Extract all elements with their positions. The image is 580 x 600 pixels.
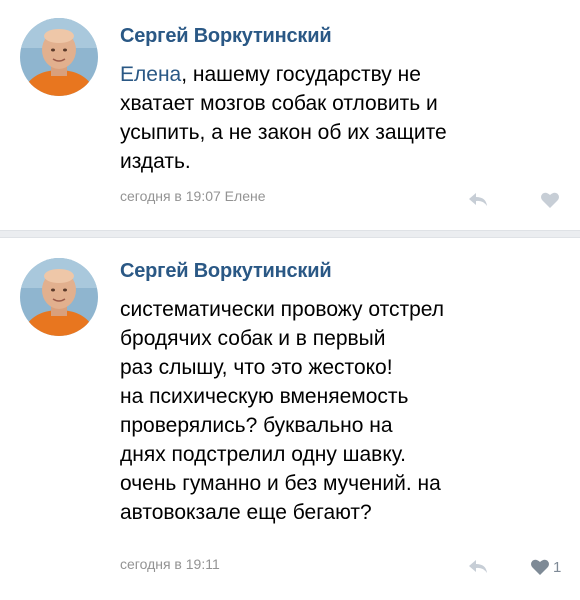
like-button[interactable]: 1 [530, 557, 561, 577]
comment-text-line: проверялись? буквально на [120, 414, 393, 437]
comment-text-line: автовокзале еще бегают? [120, 501, 372, 524]
comment-text: Елена, нашему государству не хватает моз… [120, 60, 560, 176]
comment: Сергей Воркутинский Елена, нашему госуда… [0, 0, 580, 230]
mention-link[interactable]: Елена [120, 63, 181, 86]
comment-text-line: днях подстрелил одну шавку. [120, 443, 406, 466]
author-name[interactable]: Сергей Воркутинский [120, 260, 332, 283]
comment-text-line: бродячих собак и в первый [120, 327, 386, 350]
comment-text-line: на психическую вменяемость [120, 385, 409, 408]
like-button[interactable] [540, 190, 563, 210]
reply-button[interactable] [466, 190, 490, 210]
reply-button[interactable] [466, 557, 490, 577]
comment-text-line: хватает мозгов собак отловить и [120, 92, 438, 115]
reply-arrow-icon [469, 193, 487, 206]
comment-text-fragment: , нашему государству не [181, 63, 421, 86]
author-name[interactable]: Сергей Воркутинский [120, 25, 332, 48]
comment: Сергей Воркутинский систематически прово… [0, 238, 580, 600]
like-count: 1 [553, 558, 562, 576]
avatar[interactable] [20, 18, 98, 96]
comment-text-line: систематически провожу отстрел [120, 298, 445, 321]
comment-text-line: раз слышу, что это жестоко! [120, 356, 393, 379]
comment-text: систематически провожу отстрел бродячих … [120, 295, 560, 527]
comment-timestamp[interactable]: сегодня в 19:11 [120, 556, 220, 572]
comment-text-line: Елена, нашему государству не [120, 60, 560, 89]
comment-text-line: усыпить, а не закон об их защите [120, 121, 447, 144]
comment-timestamp[interactable]: сегодня в 19:07 Елене [120, 188, 266, 204]
avatar[interactable] [20, 258, 98, 336]
reply-arrow-icon [469, 560, 487, 573]
heart-icon [531, 559, 549, 575]
heart-icon [541, 192, 559, 208]
comment-text-line: очень гуманно и без мучений. на [120, 472, 441, 495]
comments-page: Сергей Воркутинский Елена, нашему госуда… [0, 0, 580, 600]
comment-divider [0, 230, 580, 238]
comment-text-line: издать. [120, 150, 191, 173]
